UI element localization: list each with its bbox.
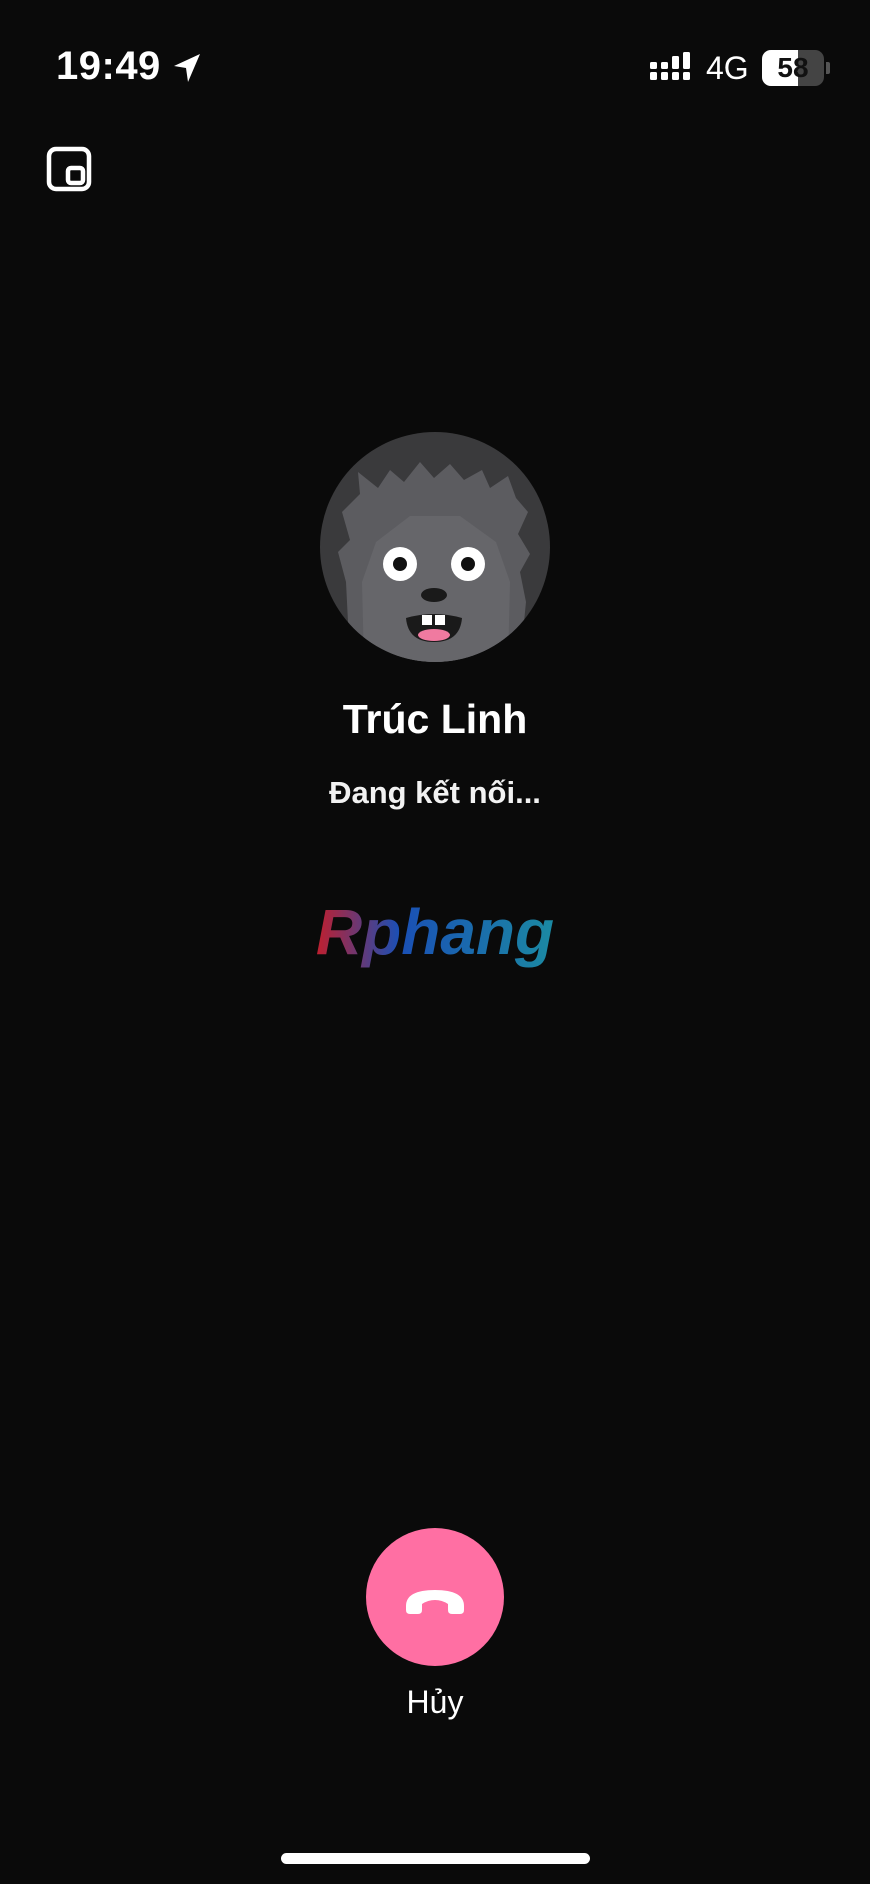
network-type: 4G (706, 50, 749, 86)
signal-icon (650, 52, 690, 80)
status-bar: 19:49 4G 58 (0, 0, 870, 140)
monster-avatar (338, 462, 530, 662)
picture-in-picture-icon[interactable] (46, 146, 92, 192)
contact-avatar (320, 432, 550, 662)
home-indicator[interactable] (281, 1853, 590, 1864)
end-call-label: Hủy (406, 1684, 464, 1720)
battery-level: 58 (777, 52, 809, 83)
contact-name: Trúc Linh (342, 696, 528, 742)
location-arrow-icon (174, 54, 200, 82)
status-time: 19:49 (56, 44, 161, 88)
battery-icon: 58 (762, 50, 824, 86)
battery-cap (826, 62, 830, 74)
hang-up-phone-icon (406, 1590, 464, 1614)
call-status: Đang kết nối... (329, 775, 541, 810)
watermark-text: Rphang (316, 896, 554, 968)
watermark-logo: Rphang (316, 896, 554, 968)
end-call-button[interactable] (366, 1528, 504, 1666)
